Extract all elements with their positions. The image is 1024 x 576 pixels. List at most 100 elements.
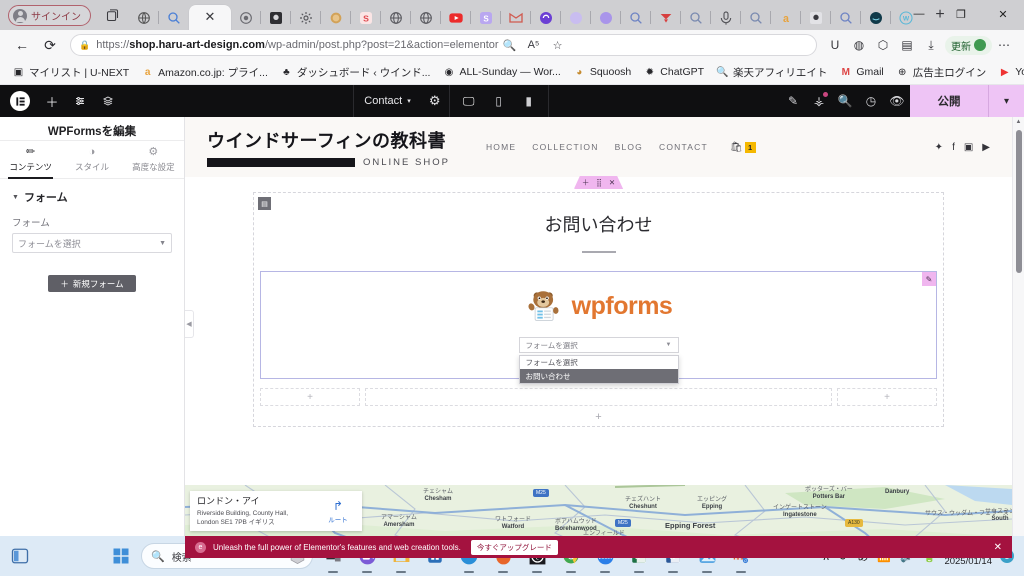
twitter-icon[interactable]: ✦ [935, 142, 943, 153]
history-icon[interactable]: ◷ [858, 85, 884, 117]
tab-item[interactable] [231, 5, 261, 30]
scroll-up-icon[interactable]: ▲ [1013, 117, 1024, 125]
bookmark-item[interactable]: ♣ ダッシュボード ‹ ウインド... [274, 63, 437, 82]
upgrade-button[interactable]: 今すぐアップグレード [470, 539, 558, 555]
close-icon[interactable]: ✕ [609, 178, 615, 187]
instagram-icon[interactable]: ▣ [964, 142, 973, 153]
tab-item[interactable] [710, 5, 741, 30]
tab-item[interactable] [410, 5, 441, 30]
scrollbar-thumb[interactable] [1016, 130, 1022, 273]
bookmark-item[interactable]: ▶ YouTube [992, 64, 1024, 81]
tab-style[interactable]: ◑ スタイル [61, 141, 122, 178]
tab-item[interactable] [380, 5, 411, 30]
tab-item[interactable] [800, 5, 831, 30]
tab-item[interactable] [680, 5, 711, 30]
split-screen-icon[interactable]: ▤ [895, 33, 919, 57]
tab-item[interactable] [290, 5, 321, 30]
url-input[interactable]: 🔒 https://shop.haru-art-design.com/wp-ad… [70, 34, 817, 56]
pen-icon[interactable]: ✎ [780, 85, 806, 117]
navigator-icon[interactable]: ⚶ [806, 85, 832, 117]
collections-icon[interactable] [99, 3, 125, 27]
elementor-logo-icon[interactable] [10, 91, 30, 111]
add-element-icon[interactable]: ＋ [38, 85, 66, 117]
bookmark-item[interactable]: ▣ マイリスト | U-NEXT [6, 63, 135, 82]
tab-item[interactable] [500, 5, 531, 30]
publish-button[interactable]: 公開 [910, 85, 988, 117]
tab-item[interactable] [260, 5, 291, 30]
widgets-button[interactable] [0, 547, 40, 565]
tab-item[interactable] [320, 5, 351, 30]
back-icon[interactable]: ← [8, 33, 36, 57]
close-icon[interactable]: ✕ [994, 542, 1002, 553]
bookmark-item[interactable]: a Amazon.co.jp: プライ... [135, 63, 274, 82]
map-info-card[interactable]: ロンドン・アイ Riverside Building, County Hall,… [190, 491, 362, 531]
section-handle-toolbar[interactable]: ＋ ⣿ ✕ [574, 176, 623, 189]
publish-options-icon[interactable]: ▾ [988, 85, 1024, 117]
nav-item-blog[interactable]: BLOG [615, 142, 643, 152]
add-column-left[interactable]: + [260, 388, 360, 406]
dropdown-option-selected[interactable]: お問い合わせ [519, 369, 678, 383]
map-widget[interactable]: ロンドン・アイ Riverside Building, County Hall,… [185, 485, 1012, 536]
canvas-scrollbar[interactable]: ▲ [1012, 117, 1024, 536]
bookmark-item[interactable]: ◕ Squoosh [567, 64, 637, 81]
reload-icon[interactable]: ⟳ [36, 33, 64, 57]
add-column-center[interactable] [365, 388, 832, 406]
document-settings-icon[interactable]: ⚙ [421, 85, 449, 117]
tab-item[interactable] [620, 5, 651, 30]
start-button[interactable] [107, 542, 135, 570]
downloads-icon[interactable]: ⤓ [919, 33, 943, 57]
map-route-button[interactable]: ↱ ルート [321, 499, 355, 524]
browser-essentials-icon[interactable]: ◍ [847, 33, 871, 57]
search-icon[interactable]: 🔍 [499, 35, 521, 55]
youtube-icon[interactable]: ▶ [982, 142, 990, 153]
add-section-button[interactable]: + [260, 408, 937, 426]
add-column-right[interactable]: + [837, 388, 937, 406]
tab-item[interactable]: W [890, 5, 921, 30]
tab-item[interactable] [650, 5, 681, 30]
nav-item-contact[interactable]: CONTACT [659, 142, 708, 152]
update-button[interactable]: 更新 [945, 35, 992, 55]
close-icon[interactable]: ✕ [205, 11, 216, 24]
nav-item-home[interactable]: HOME [486, 142, 516, 152]
tab-item[interactable] [158, 5, 189, 30]
tab-content[interactable]: ✏ コンテンツ [0, 141, 61, 179]
add-icon[interactable]: ＋ [582, 177, 590, 188]
contact-section[interactable]: ▤ お問い合わせ ✎ wpforms フォームを選択 ▼ フォームを選択 お問い… [253, 192, 944, 427]
form-section-header[interactable]: ▼ フォーム [0, 179, 184, 213]
cart-button[interactable]: 🛍 1 [730, 141, 756, 153]
bookmark-item[interactable]: ◉ ALL-Sunday — Wor... [436, 64, 566, 81]
copilot-icon[interactable]: ⬡ [871, 33, 895, 57]
tab-item[interactable]: S [350, 5, 381, 30]
bookmark-item[interactable]: M Gmail [833, 64, 889, 81]
tab-item[interactable] [860, 5, 891, 30]
maximize-button[interactable]: ❐ [940, 0, 982, 28]
drag-icon[interactable]: ⣿ [596, 178, 602, 187]
tablet-icon[interactable]: ▯ [484, 85, 514, 117]
facebook-icon[interactable]: f [952, 142, 955, 153]
preview-icon[interactable]: 👁 [884, 85, 910, 117]
profile-signin-button[interactable]: サインイン [8, 5, 91, 26]
bookmark-item[interactable]: ✹ ChatGPT [637, 64, 710, 81]
dropdown-option[interactable]: フォームを選択 [520, 356, 678, 369]
tab-advanced[interactable]: ⚙ 高度な設定 [123, 141, 184, 178]
tab-item[interactable] [440, 5, 471, 30]
document-selector[interactable]: Contact ▾ [353, 85, 420, 117]
favorite-icon[interactable]: ☆ [547, 35, 569, 55]
wpforms-select[interactable]: フォームを選択 ▼ [518, 337, 679, 353]
tab-item[interactable]: S [470, 5, 501, 30]
section-badge-icon[interactable]: ▤ [258, 197, 271, 210]
tab-item[interactable] [560, 5, 591, 30]
bookmark-item[interactable]: ⊕ 広告主ログイン [890, 63, 993, 82]
mobile-icon[interactable]: ▮ [514, 85, 544, 117]
wpforms-widget[interactable]: ✎ wpforms フォームを選択 ▼ フォームを選択 お問い合わせ [260, 271, 937, 384]
new-form-button[interactable]: ＋ 新規フォーム [48, 275, 136, 292]
tab-item[interactable] [830, 5, 861, 30]
panel-collapse-button[interactable]: ◀ [185, 310, 194, 338]
nav-item-collection[interactable]: COLLECTION [532, 142, 598, 152]
tab-item[interactable]: a [770, 5, 801, 30]
edit-widget-icon[interactable]: ✎ [922, 272, 936, 286]
more-options-icon[interactable]: ⋯ [992, 33, 1016, 57]
tab-item[interactable] [129, 5, 159, 30]
search-icon[interactable]: 🔍 [832, 85, 858, 117]
close-window-button[interactable]: ✕ [982, 0, 1024, 28]
